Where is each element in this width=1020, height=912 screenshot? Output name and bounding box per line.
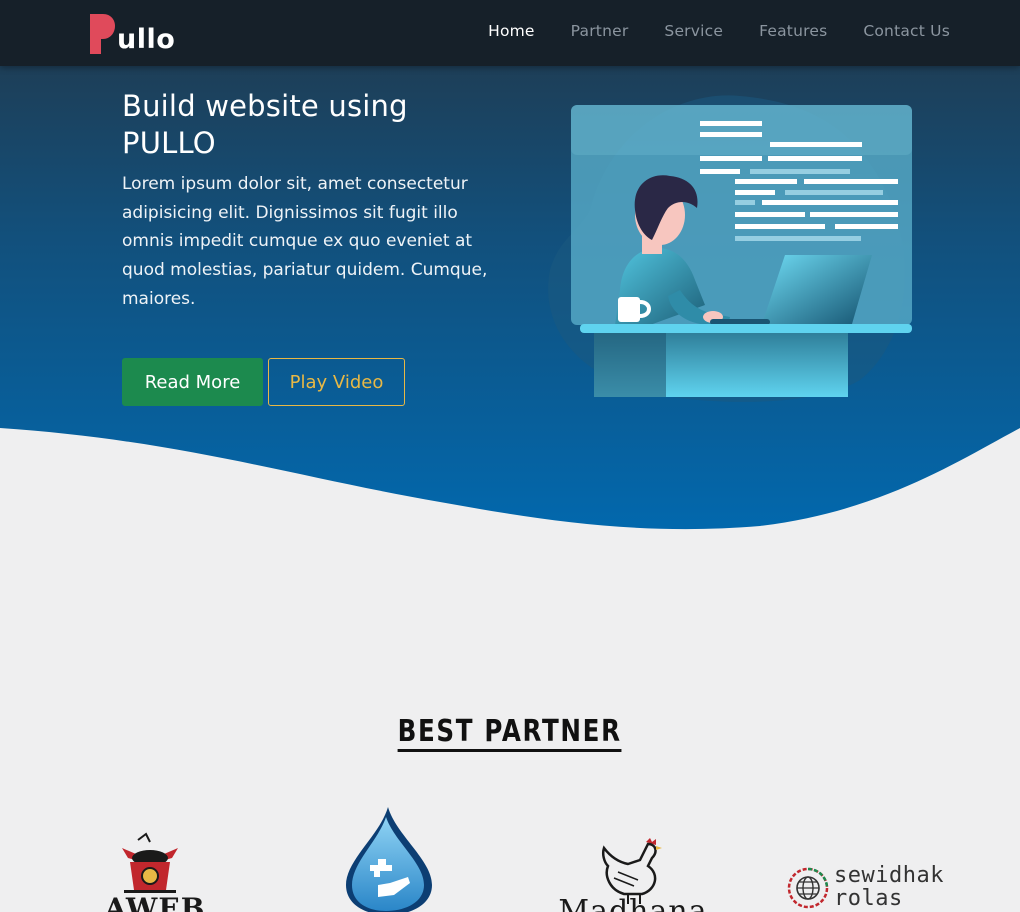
hero-title: Build website using PULLO	[122, 89, 408, 160]
nav-partner[interactable]: Partner	[571, 22, 629, 40]
partner-heading: BEST PARTNER	[397, 714, 623, 752]
nav-home[interactable]: Home	[488, 22, 535, 40]
nav-features[interactable]: Features	[759, 22, 827, 40]
nav-contact-us[interactable]: Contact Us	[863, 22, 950, 40]
partner-logo-1-text: AWEB	[104, 892, 206, 912]
main-nav: Home Partner Service Features Contact Us	[488, 22, 950, 40]
partner-logo-3-text: Madhana	[558, 894, 708, 912]
hero-section: Build website using PULLO Lorem ipsum do…	[0, 0, 1020, 540]
brand-name: ullo	[117, 24, 176, 55]
partner-logo-1: AWEB	[90, 832, 220, 912]
read-more-button[interactable]: Read More	[122, 358, 263, 406]
water-drop-icon	[346, 807, 432, 912]
developer-illustration	[548, 95, 912, 402]
play-video-button[interactable]: Play Video	[268, 358, 405, 406]
partner-logo-4-text: sewidhak rolas	[834, 863, 944, 911]
hero-description: Lorem ipsum dolor sit, amet consectetur …	[122, 174, 488, 309]
partner-logo-2	[340, 805, 440, 912]
partner-logo-3: Madhana	[548, 836, 718, 912]
globe-icon	[787, 867, 829, 909]
logo-p-icon	[90, 14, 115, 54]
nav-service[interactable]: Service	[664, 22, 723, 40]
partner-heading-wrap: BEST PARTNER	[0, 714, 1020, 752]
partner-logo-4: sewidhak rolas	[786, 862, 966, 912]
navbar: ullo Home Partner Service Features Conta…	[0, 0, 1020, 66]
brand-logo[interactable]: ullo	[89, 12, 175, 54]
